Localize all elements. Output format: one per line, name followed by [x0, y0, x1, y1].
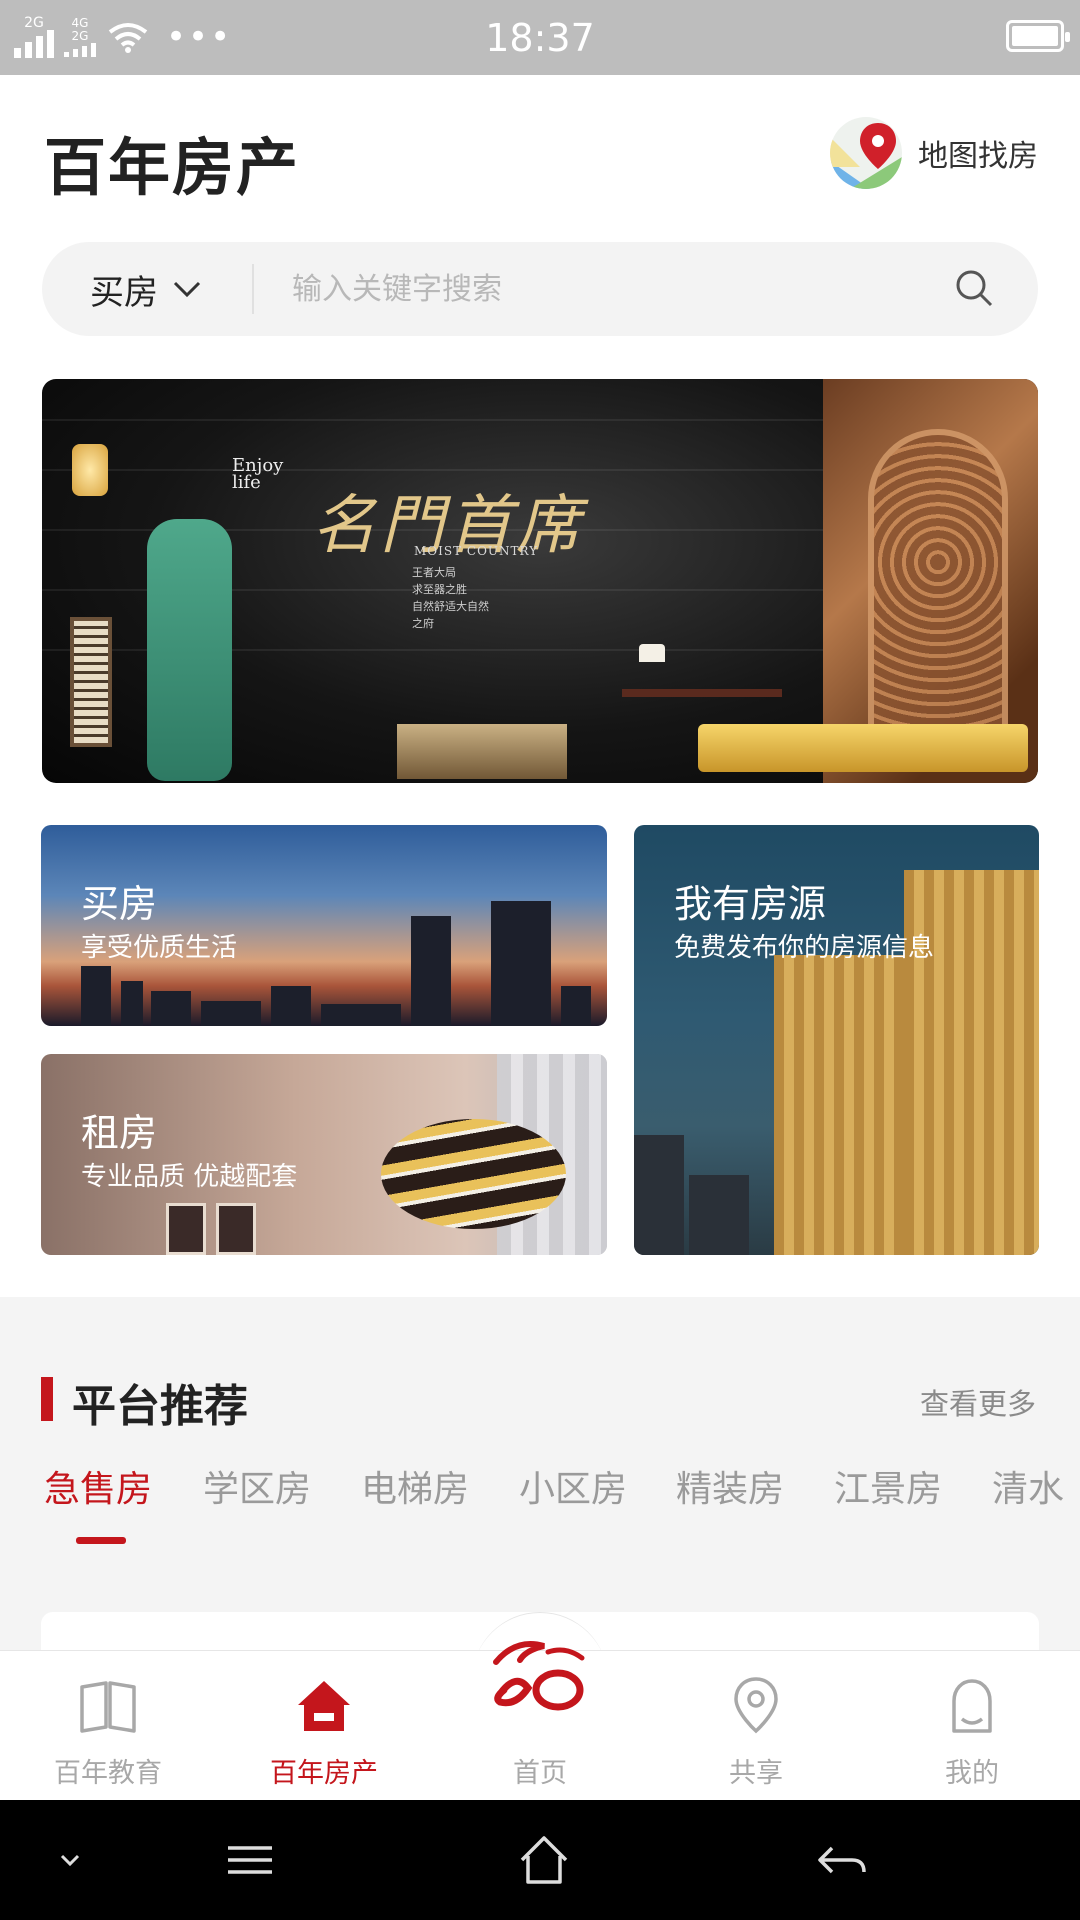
search-divider [252, 264, 254, 314]
search-type-dropdown[interactable]: 买房 [90, 242, 202, 336]
house-icon [298, 1681, 350, 1731]
app-header: 百年房产 地图找房 [0, 75, 1080, 235]
view-more-link[interactable]: 查看更多 [920, 1381, 1036, 1423]
nav-item-profile[interactable]: 我的 [864, 1651, 1080, 1801]
buy-house-title: 买房 [81, 882, 158, 926]
banner-subtitle: MOIST COUNTRY [414, 544, 539, 558]
active-tab-indicator [76, 1537, 126, 1544]
brand-logo-icon[interactable] [486, 1632, 594, 1722]
tab-school-district[interactable]: 学区房 [203, 1460, 311, 1512]
lamp-image [639, 644, 665, 662]
system-nav-bar [0, 1800, 1080, 1920]
nav-item-education[interactable]: 百年教育 [0, 1651, 216, 1801]
map-search-label: 地图找房 [918, 139, 1038, 174]
screen-image [70, 617, 112, 747]
section-title: 平台推荐 [72, 1381, 248, 1432]
lantern-image [72, 444, 108, 496]
category-tabs: 急售房 学区房 电梯房 小区房 精装房 江景房 清水 [0, 1460, 1080, 1530]
back-icon[interactable] [812, 1830, 872, 1890]
section-accent-bar [41, 1377, 53, 1421]
rent-house-title: 租房 [81, 1111, 158, 1155]
tab-community[interactable]: 小区房 [519, 1460, 627, 1512]
tab-furnished[interactable]: 精装房 [676, 1460, 784, 1512]
status-time: 18:37 [485, 16, 595, 60]
battery-icon [1006, 20, 1070, 52]
buy-house-tile[interactable]: 买房 享受优质生活 [41, 825, 607, 1026]
qipao-image [147, 519, 232, 781]
search-input[interactable] [292, 259, 932, 319]
nav-item-share[interactable]: 共享 [648, 1651, 864, 1801]
home-icon[interactable] [514, 1830, 574, 1890]
rent-house-subtitle: 专业品质 优越配套 [81, 1162, 298, 1192]
map-pin-icon [830, 117, 902, 189]
tab-bare-shell[interactable]: 清水 [992, 1460, 1064, 1512]
search-icon[interactable] [954, 268, 994, 308]
nav-label-share: 共享 [729, 1758, 783, 1789]
tab-elevator[interactable]: 电梯房 [361, 1460, 469, 1512]
location-pin-icon [734, 1677, 778, 1734]
book-icon [80, 1681, 136, 1733]
pendant-lamp-image [381, 1119, 566, 1229]
tab-river-view[interactable]: 江景房 [834, 1460, 942, 1512]
buy-house-subtitle: 享受优质生活 [81, 933, 238, 963]
chevron-down-icon [173, 281, 201, 298]
chevron-down-icon[interactable] [40, 1830, 100, 1890]
list-property-subtitle: 免费发布你的房源信息 [674, 933, 935, 963]
user-icon [952, 1679, 992, 1733]
list-property-title: 我有房源 [674, 882, 827, 926]
nav-item-real-estate[interactable]: 百年房产 [216, 1651, 432, 1801]
carved-door-image [823, 379, 1038, 783]
tab-urgent-sale[interactable]: 急售房 [44, 1460, 152, 1512]
search-bar: 买房 [42, 242, 1038, 336]
list-property-tile[interactable]: 我有房源 免费发布你的房源信息 [634, 825, 1039, 1255]
nav-label-home: 首页 [513, 1758, 567, 1789]
nav-label-real-estate: 百年房产 [270, 1758, 378, 1789]
gold-scroll-image [698, 724, 1028, 772]
banner-slogan: 王者大局 求至器之胜 自然舒适大自然 之府 [412, 566, 489, 630]
search-type-label: 买房 [90, 272, 158, 313]
menu-icon[interactable] [220, 1830, 280, 1890]
building-image [397, 724, 567, 779]
status-bar: 2G 4G 2G ••• 18:37 [0, 0, 1080, 75]
nav-label-education: 百年教育 [54, 1758, 162, 1789]
banner-enjoy-text: Enjoy life [232, 455, 284, 493]
page-title: 百年房产 [44, 131, 301, 204]
nav-label-profile: 我的 [945, 1758, 999, 1789]
map-search-link[interactable]: 地图找房 [830, 117, 1038, 189]
rent-house-tile[interactable]: 租房 专业品质 优越配套 [41, 1054, 607, 1255]
promo-banner[interactable]: Enjoy life 名門首席 MOIST COUNTRY 王者大局 求至器之胜… [42, 379, 1038, 783]
